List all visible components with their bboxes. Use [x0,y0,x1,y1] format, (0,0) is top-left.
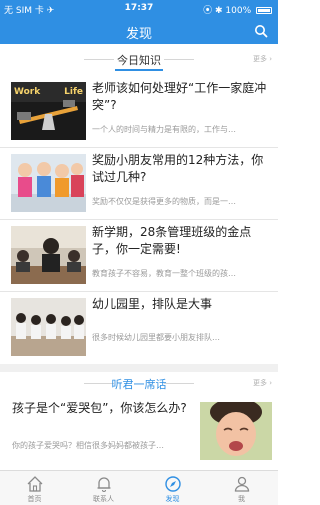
article-title: 新学期，28条管理班级的金点子，你一定需要! [92,225,252,256]
story-title: 孩子是个“爱哭包”，你该怎么办? [12,401,187,415]
tab-me[interactable]: 我 [207,471,276,505]
thumbnail-word-work: Work [14,87,41,97]
article-summary: 很多时候幼儿园里都要小朋友排队… [92,333,220,342]
status-bar: 无 SIM 卡 ✈ 17:37 ⦿ ✱ 100% [0,0,278,18]
article-summary: 教育孩子不容易，教育一整个班级的孩… [92,269,236,278]
section-talk-header: 听君一席话 更多 › [0,372,278,396]
compass-icon [164,476,181,492]
section-talk-more-link[interactable]: 更多 › [253,378,272,388]
status-indicators: ⦿ ✱ 100% [203,3,272,16]
bottom-tab-bar: 首页 联系人 发现 我 [0,470,278,505]
article-item[interactable]: Work Life 老师该如何处理好“工作一家庭冲突”? 一个人的时间与精力是有… [0,76,278,148]
tab-me-label: 我 [238,495,245,503]
article-thumbnail [11,154,86,212]
section-today-header: 今日知识 更多 › [0,48,278,72]
nav-bar: 发现 [0,18,278,44]
tab-discover[interactable]: 发现 [138,471,207,505]
section-talk-title: 听君一席话 [111,378,167,391]
battery-percent: ⦿ ✱ 100% [203,6,252,16]
article-item[interactable]: 奖励小朋友常用的12种方法，你试过几种? 奖励不仅仅是获得更多的物质，而是一… [0,148,278,220]
section-today-underline [115,69,163,71]
bell-icon [97,477,110,492]
section-gap [0,364,278,372]
article-title: 幼儿园里，排队是大事 [92,297,213,311]
article-item[interactable]: 新学期，28条管理班级的金点子，你一定需要! 教育孩子不容易，教育一整个班级的孩… [0,220,278,292]
section-today-more-link[interactable]: 更多 › [253,54,272,64]
tab-discover-label: 发现 [165,495,180,503]
article-title: 老师该如何处理好“工作一家庭冲突”? [92,81,267,112]
story-item[interactable]: 孩子是个“爱哭包”，你该怎么办? 你的孩子爱哭吗？相信很多妈妈都被孩子… [0,396,278,468]
page-title: 发现 [125,27,152,42]
article-item[interactable]: 幼儿园里，排队是大事 很多时候幼儿园里都要小朋友排队… [0,292,278,364]
tab-home-label: 首页 [27,495,42,503]
article-thumbnail: Work Life [11,82,86,140]
tab-contacts[interactable]: 联系人 [69,471,138,505]
header-rule-right [164,383,194,384]
article-title: 奖励小朋友常用的12种方法，你试过几种? [92,153,264,184]
search-icon[interactable] [254,24,268,38]
thumbnail-word-life: Life [64,87,83,97]
story-summary: 你的孩子爱哭吗？相信很多妈妈都被孩子… [12,441,164,450]
home-icon [27,476,42,492]
tab-contacts-label: 联系人 [93,495,114,503]
article-thumbnail [11,226,86,284]
header-rule-right [164,59,194,60]
person-icon [234,476,249,492]
story-thumbnail [200,402,272,460]
article-summary: 一个人的时间与精力是有限的，工作与… [92,125,236,134]
article-summary: 奖励不仅仅是获得更多的物质，而是一… [92,197,236,206]
tab-home[interactable]: 首页 [0,471,69,505]
article-thumbnail [11,298,86,356]
section-today-title: 今日知识 [117,54,161,67]
battery-icon [256,7,272,14]
